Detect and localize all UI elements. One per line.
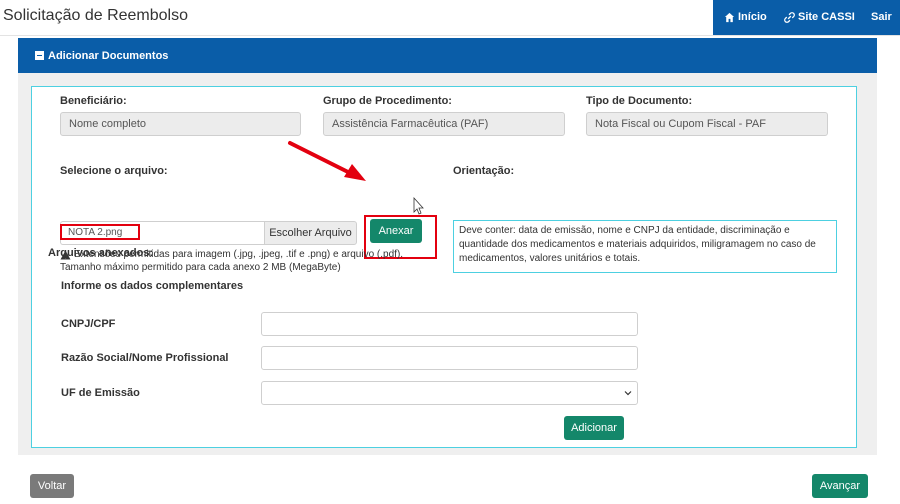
collapse-icon[interactable] [35,51,44,60]
file-label: Selecione o arquivo: [60,165,168,177]
beneficiario-field: Nome completo [60,112,301,136]
attach-button[interactable]: Anexar [370,219,422,243]
top-nav: Início Site CASSI Sair [713,0,900,35]
cnpj-input[interactable] [261,312,638,336]
nav-inicio-link[interactable]: Início [724,11,767,23]
file-size-help: Tamanho máximo permitido para cada anexo… [60,262,341,273]
uf-select[interactable] [261,381,638,405]
nav-site-cassi-label: Site CASSI [798,11,855,23]
grupo-field: Assistência Farmacêutica (PAF) [323,112,565,136]
panel-title: Adicionar Documentos [48,49,169,62]
orientation-box: Deve conter: data de emissão, nome e CNP… [453,220,837,273]
nav-sair-label: Sair [871,11,892,23]
add-button[interactable]: Adicionar [564,416,624,440]
panel-header[interactable]: Adicionar Documentos [18,38,877,73]
nav-inicio-label: Início [738,11,767,23]
link-icon [784,11,795,23]
orientation-label: Orientação: [453,165,515,177]
razao-social-input[interactable] [261,346,638,370]
beneficiario-label: Beneficiário: [60,95,127,107]
complementary-title: Informe os dados complementares [61,280,244,292]
tipo-field: Nota Fiscal ou Cupom Fiscal - PAF [586,112,828,136]
back-button[interactable]: Voltar [30,474,74,498]
next-button[interactable]: Avançar [812,474,868,498]
selected-file-name: NOTA 2.png [60,224,140,240]
choose-file-button[interactable]: Escolher Arquivo [264,221,357,245]
app-title: Solicitação de Reembolso [3,7,188,24]
nav-sair-link[interactable]: Sair [871,11,892,23]
cnpj-label: CNPJ/CPF [61,318,116,330]
top-bar: Solicitação de Reembolso Início Site CAS… [0,0,900,36]
tipo-label: Tipo de Documento: [586,95,693,107]
attachments-label: Arquivos anexados: [48,247,154,259]
grupo-label: Grupo de Procedimento: [323,95,452,107]
uf-label: UF de Emissão [61,387,140,399]
nav-site-cassi-link[interactable]: Site CASSI [784,11,855,23]
home-icon [724,12,735,22]
chevron-down-icon [624,391,632,396]
razao-social-label: Razão Social/Nome Profissional [61,352,229,364]
